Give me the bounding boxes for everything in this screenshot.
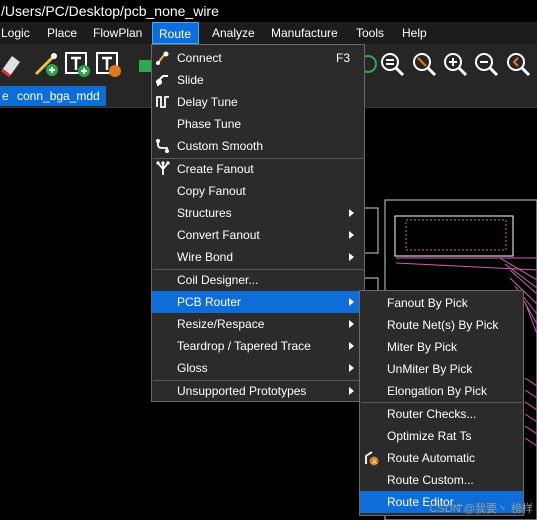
add-connect-icon[interactable] [32, 50, 60, 78]
menu-item-elongation-by-pick[interactable]: Elongation By Pick [360, 380, 523, 402]
menu-flowplan[interactable]: FlowPlan [93, 22, 142, 44]
zoom-previous-icon[interactable] [506, 52, 532, 78]
menu-item-connect[interactable]: Connect F3 [152, 47, 364, 69]
menu-analyze[interactable]: Analyze [212, 22, 255, 44]
edit-text-icon[interactable] [95, 50, 123, 78]
menu-item-fanout-by-pick[interactable]: Fanout By Pick [360, 292, 523, 314]
zoom-fit-icon[interactable] [380, 52, 406, 78]
submenu-arrow-icon [349, 231, 354, 239]
zoom-in-icon[interactable] [443, 52, 469, 78]
menu-item-unsupported-prototypes[interactable]: Unsupported Prototypes [152, 380, 364, 402]
submenu-arrow-icon [349, 342, 354, 350]
menu-item-coil-designer[interactable]: Coil Designer... [152, 269, 364, 291]
menu-item-create-fanout[interactable]: Create Fanout [152, 158, 364, 180]
slide-icon [156, 75, 168, 86]
menu-route[interactable]: Route [152, 22, 199, 44]
menu-logic[interactable]: Logic [1, 22, 30, 44]
add-text-icon[interactable] [64, 50, 92, 78]
submenu-arrow-icon [349, 320, 354, 328]
menu-help[interactable]: Help [402, 22, 427, 44]
submenu-arrow-icon [349, 298, 354, 306]
menu-item-optimize-rat-ts[interactable]: Optimize Rat Ts [360, 425, 523, 447]
menu-item-route-nets-by-pick[interactable]: Route Net(s) By Pick [360, 314, 523, 336]
zoom-out-icon[interactable] [474, 52, 500, 78]
menu-item-copy-fanout[interactable]: Copy Fanout [152, 180, 364, 202]
zoom-area-icon[interactable] [412, 52, 438, 78]
submenu-arrow-icon [349, 209, 354, 217]
menu-item-wire-bond[interactable]: Wire Bond [152, 246, 364, 268]
menu-item-router-checks[interactable]: Router Checks... [360, 403, 523, 425]
tab-previous-partial[interactable]: e [0, 86, 11, 106]
window-title-bar: /Users/PC/Desktop/pcb_none_wire [0, 0, 537, 22]
menu-item-phase-tune[interactable]: Phase Tune [152, 113, 364, 135]
submenu-arrow-icon [349, 364, 354, 372]
window-title: /Users/PC/Desktop/pcb_none_wire [1, 3, 219, 19]
menu-manufacture[interactable]: Manufacture [271, 22, 338, 44]
menu-item-unmiter-by-pick[interactable]: UnMiter By Pick [360, 358, 523, 380]
connect-icon [156, 51, 169, 65]
svg-text:A: A [372, 458, 377, 466]
menu-item-gloss[interactable]: Gloss [152, 357, 364, 379]
menu-item-structures[interactable]: Structures [152, 202, 364, 224]
route-menu: Connect F3 Slide Delay Tune Phase Tune C… [151, 44, 365, 402]
menu-item-teardrop[interactable]: Teardrop / Tapered Trace [152, 335, 364, 357]
menu-place[interactable]: Place [47, 22, 77, 44]
zoom-green-icon[interactable] [364, 52, 378, 76]
submenu-arrow-icon [349, 253, 354, 261]
menu-item-resize-respace[interactable]: Resize/Respace [152, 313, 364, 335]
submenu-arrow-icon [349, 387, 354, 395]
create-fanout-icon [156, 161, 170, 175]
menu-item-slide[interactable]: Slide [152, 69, 364, 91]
custom-smooth-icon [156, 139, 169, 153]
menu-item-route-custom[interactable]: Route Custom... [360, 469, 523, 491]
route-automatic-icon: A [365, 451, 379, 466]
menu-bar: Logic Place FlowPlan Route Analyze Manuf… [0, 22, 537, 44]
menu-item-miter-by-pick[interactable]: Miter By Pick [360, 336, 523, 358]
menu-tools[interactable]: Tools [356, 22, 384, 44]
menu-item-custom-smooth[interactable]: Custom Smooth [152, 135, 364, 157]
tab-conn-bga-mdd[interactable]: conn_bga_mdd [11, 86, 106, 106]
pcb-router-submenu: Fanout By Pick Route Net(s) By Pick Mite… [359, 290, 524, 516]
partial-green-icon[interactable] [133, 54, 151, 78]
menu-item-convert-fanout[interactable]: Convert Fanout [152, 224, 364, 246]
delay-tune-icon [156, 96, 169, 108]
eraser-icon[interactable] [0, 50, 22, 78]
menu-item-pcb-router[interactable]: PCB Router [152, 291, 364, 313]
watermark: CSDN @我要丶 榜样 [429, 503, 533, 515]
menu-item-route-automatic[interactable]: A Route Automatic [360, 447, 523, 469]
menu-item-delay-tune[interactable]: Delay Tune [152, 91, 364, 113]
